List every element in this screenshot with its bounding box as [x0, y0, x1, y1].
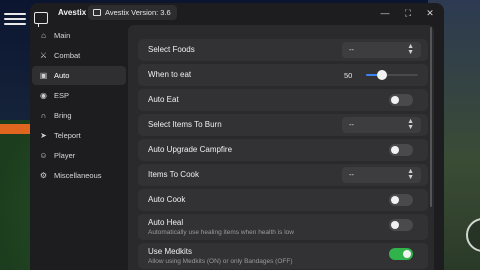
send-icon: ➤ — [40, 131, 47, 140]
sidebar-item-label: Miscellaneous — [54, 171, 102, 180]
auto-upgrade-campfire-toggle[interactable] — [389, 144, 413, 156]
select-foods-dropdown[interactable]: -- ▲ ▼ — [342, 42, 421, 58]
setting-description: Automatically use healing items when hea… — [148, 229, 294, 236]
sidebar-item-miscellaneous[interactable]: ⚙ Miscellaneous — [32, 166, 126, 185]
chevron-updown-icon: ▲ ▼ — [407, 43, 414, 56]
setting-auto-eat: Auto Eat — [138, 89, 428, 111]
setting-label: Auto Cook — [148, 195, 186, 204]
setting-label: Auto Upgrade Campfire — [148, 145, 233, 154]
gear-icon: ⚙ — [39, 171, 48, 180]
setting-label: Select Foods — [148, 45, 195, 54]
settings-panel: Select Foods -- ▲ ▼ When to eat 50 Auto E… — [128, 25, 434, 270]
version-badge: Avestix Version: 3.6 — [88, 5, 177, 20]
setting-label: Use Medkits — [148, 247, 193, 256]
scrollbar[interactable] — [430, 27, 432, 207]
sidebar-item-teleport[interactable]: ➤ Teleport — [32, 126, 126, 145]
setting-label: When to eat — [148, 70, 192, 79]
auto-heal-toggle[interactable] — [389, 219, 413, 231]
sidebar-item-label: Teleport — [54, 131, 81, 140]
setting-auto-upgrade-campfire: Auto Upgrade Campfire — [138, 139, 428, 161]
when-to-eat-slider[interactable] — [366, 70, 418, 80]
game-background-structure — [0, 124, 34, 134]
sidebar-item-label: Main — [54, 31, 71, 40]
setting-use-medkits: Use Medkits Allow using Medkits (ON) or … — [138, 243, 428, 269]
sidebar: ⌂ Main ⚔ Combat ▣ Auto ◉ ESP ∩ Bring ➤ T… — [30, 25, 128, 186]
minimize-icon[interactable]: — — [378, 6, 392, 20]
magnet-icon: ∩ — [40, 111, 47, 120]
sword-icon: ⚔ — [39, 51, 48, 60]
setting-select-items-to-burn: Select Items To Burn -- ▲ ▼ — [138, 114, 428, 136]
sidebar-item-combat[interactable]: ⚔ Combat — [32, 46, 126, 65]
eye-icon: ◉ — [40, 91, 47, 100]
items-to-burn-dropdown[interactable]: -- ▲ ▼ — [342, 117, 421, 133]
slider-thumb[interactable] — [376, 70, 387, 80]
home-icon: ⌂ — [41, 31, 46, 40]
chevron-updown-icon: ▲ ▼ — [407, 118, 414, 131]
version-text: Avestix Version: 3.6 — [105, 8, 171, 17]
setting-label: Auto Heal — [148, 218, 184, 227]
dropdown-value: -- — [349, 45, 354, 54]
maximize-icon[interactable]: ⛶ — [401, 6, 415, 20]
setting-label: Select Items To Burn — [148, 120, 222, 129]
dropdown-value: -- — [349, 120, 354, 129]
title-bar[interactable]: Avestix Avestix Version: 3.6 — ⛶ ✕ — [30, 3, 444, 27]
sidebar-item-main[interactable]: ⌂ Main — [32, 26, 126, 45]
sidebar-item-label: Combat — [54, 51, 81, 60]
setting-select-foods: Select Foods -- ▲ ▼ — [138, 39, 428, 61]
sidebar-item-label: Player — [54, 151, 76, 160]
sidebar-item-bring[interactable]: ∩ Bring — [32, 106, 126, 125]
sidebar-item-esp[interactable]: ◉ ESP — [32, 86, 126, 105]
sidebar-item-auto[interactable]: ▣ Auto — [32, 66, 126, 85]
sidebar-item-label: ESP — [54, 91, 70, 100]
slider-value: 50 — [344, 71, 353, 80]
app-title: Avestix — [58, 8, 87, 17]
close-icon[interactable]: ✕ — [423, 6, 437, 20]
chat-icon — [34, 12, 48, 27]
monitor-icon — [93, 9, 101, 16]
chevron-updown-icon: ▲ ▼ — [407, 168, 414, 181]
use-medkits-toggle[interactable] — [389, 248, 413, 260]
user-icon: ☺ — [39, 151, 48, 160]
auto-icon: ▣ — [39, 71, 48, 80]
items-to-cook-dropdown[interactable]: -- ▲ ▼ — [342, 167, 421, 183]
setting-items-to-cook: Items To Cook -- ▲ ▼ — [138, 164, 428, 186]
sidebar-item-label: Bring — [54, 111, 72, 120]
auto-eat-toggle[interactable] — [389, 94, 413, 106]
sidebar-item-label: Auto — [54, 71, 70, 80]
setting-auto-heal: Auto Heal Automatically use healing item… — [138, 214, 428, 240]
setting-auto-cook: Auto Cook — [138, 189, 428, 211]
script-window: Avestix Avestix Version: 3.6 — ⛶ ✕ ⌂ Mai… — [30, 3, 444, 270]
sidebar-item-player[interactable]: ☺ Player — [32, 146, 126, 165]
setting-when-to-eat: When to eat 50 — [138, 64, 428, 86]
setting-label: Items To Cook — [148, 170, 199, 179]
setting-description: Allow using Medkits (ON) or only Bandage… — [148, 258, 293, 265]
dropdown-value: -- — [349, 170, 354, 179]
auto-cook-toggle[interactable] — [389, 194, 413, 206]
hamburger-menu-icon[interactable] — [4, 10, 26, 30]
setting-label: Auto Eat — [148, 95, 179, 104]
